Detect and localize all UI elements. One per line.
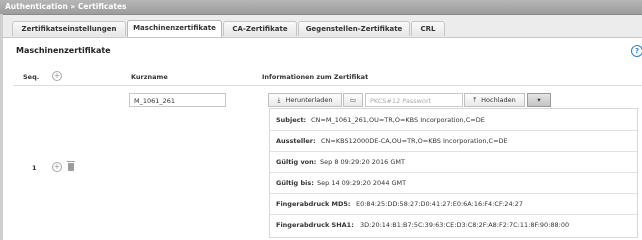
md5-label: Fingerabdruck MD5:: [276, 200, 351, 208]
tab-gegenstellen-zertifikate[interactable]: Gegenstellen-Zertifikate: [298, 21, 410, 36]
detail-row-issuer: Aussteller: CN=KBS12000DE-CA,OU=TR,O=KBS…: [270, 130, 637, 152]
column-header-kurzname: Kurzname: [131, 73, 168, 81]
folder-icon: ▭: [349, 96, 357, 104]
short-name-input[interactable]: M_1061_261: [129, 93, 226, 107]
download-icon: ⤓: [277, 96, 281, 104]
valid-until-value: Sep 14 09:29:20 2044 GMT: [317, 179, 407, 187]
upload-options-dropdown[interactable]: ▾: [527, 93, 551, 107]
pkcs12-password-input[interactable]: PKCS#12 Passwort: [365, 93, 463, 107]
md5-value: E0:84:25:DD:58:27:D0:41:27:E0:6A:16:F4:C…: [356, 200, 524, 208]
file-select-button[interactable]: ▭: [343, 93, 363, 107]
section-title: Maschinenzertifikate: [16, 46, 111, 55]
issuer-label: Aussteller:: [276, 137, 316, 145]
tab-ca-zertifikate[interactable]: CA-Zertifikate: [223, 21, 297, 36]
tab-strip: Zertifikatseinstellungen Maschinenzertif…: [3, 15, 642, 38]
sha1-label: Fingerabdruck SHA1:: [276, 221, 354, 229]
subject-value: CN=M_1061_261,OU=TR,O=KBS Incorporation,…: [311, 116, 485, 124]
upload-label: Hochladen: [481, 96, 516, 104]
valid-until-label: Gültig bis:: [276, 179, 314, 187]
valid-from-value: Sep 8 09:29:20 2016 GMT: [320, 158, 406, 166]
subject-label: Subject:: [276, 116, 307, 124]
download-button[interactable]: ⤓ Herunterladen: [268, 93, 342, 107]
row-seq-number: 1: [32, 164, 37, 172]
insert-row-plus-icon[interactable]: +: [52, 162, 62, 172]
tab-maschinenzertifikate[interactable]: Maschinenzertifikate: [127, 20, 222, 37]
detail-row-valid-from: Gültig von: Sep 8 09:29:20 2016 GMT: [270, 151, 637, 173]
certificate-info-box: Subject: CN=M_1061_261,OU=TR,O=KBS Incor…: [269, 108, 638, 238]
detail-row-valid-until: Gültig bis: Sep 14 09:29:20 2044 GMT: [270, 172, 637, 194]
chevron-down-icon: ▾: [537, 96, 541, 104]
delete-row-trash-icon[interactable]: [67, 161, 75, 171]
certificates-window: Authentication » Certificates Zertifikat…: [0, 0, 642, 240]
main-panel: Maschinenzertifikate ? Seq. + Kurzname I…: [3, 38, 642, 240]
window-title: Authentication » Certificates: [5, 2, 127, 11]
add-row-plus-icon[interactable]: +: [52, 71, 62, 81]
download-label: Herunterladen: [285, 96, 333, 104]
tab-crl[interactable]: CRL: [411, 21, 445, 36]
tab-zertifikatseinstellungen[interactable]: Zertifikatseinstellungen: [12, 21, 126, 36]
help-icon[interactable]: ?: [631, 45, 642, 57]
sha1-value: 3D:20:14:B1:B7:5C:39:63:CE:D3:C8:2F:A8:F…: [360, 221, 570, 229]
title-bar: Authentication » Certificates: [0, 0, 642, 15]
issuer-value: CN=KBS12000DE-CA,OU=TR,O=KBS Incorporati…: [321, 137, 508, 145]
detail-row-subject: Subject: CN=M_1061_261,OU=TR,O=KBS Incor…: [270, 109, 637, 131]
detail-row-sha1: Fingerabdruck SHA1: 3D:20:14:B1:B7:5C:39…: [270, 214, 637, 235]
column-header-seq: Seq.: [23, 73, 40, 81]
upload-icon: ⤒: [473, 96, 477, 104]
header-divider: [13, 85, 642, 86]
column-header-info: Informationen zum Zertifikat: [262, 73, 369, 81]
valid-from-label: Gültig von:: [276, 158, 317, 166]
upload-button[interactable]: ⤒ Hochladen: [464, 93, 525, 107]
detail-row-md5: Fingerabdruck MD5: E0:84:25:DD:58:27:D0:…: [270, 193, 637, 215]
